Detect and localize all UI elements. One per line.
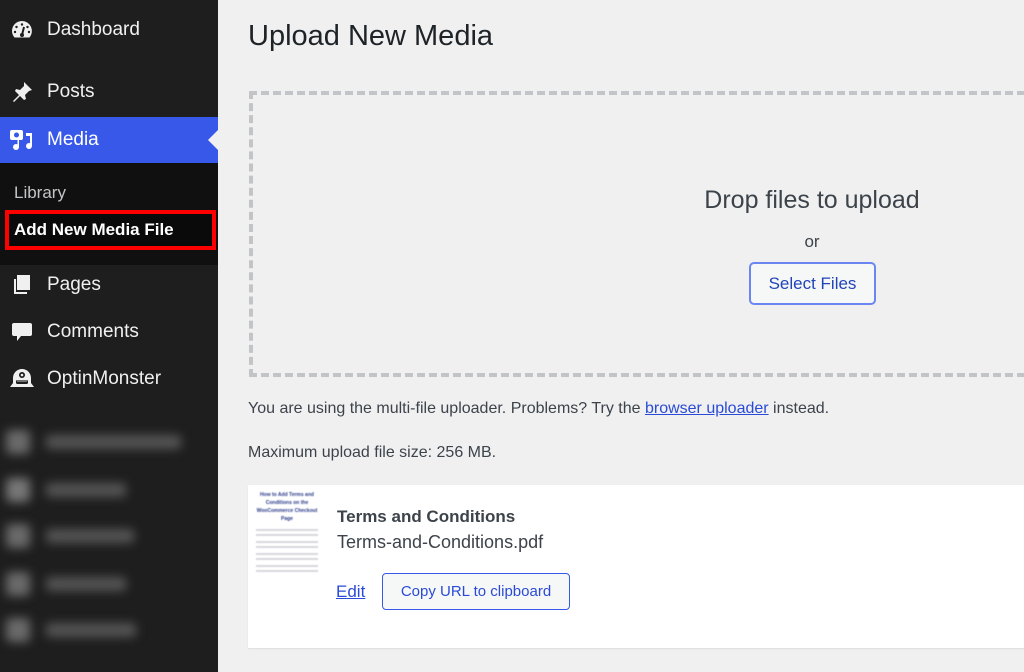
- blurred-menu-item: [6, 616, 136, 644]
- page-title: Upload New Media: [248, 20, 494, 52]
- blurred-menu-item: [6, 476, 126, 504]
- sidebar-item-label: Pages: [47, 274, 101, 295]
- thumbnail-title: How to Add Terms and Conditions on the W…: [256, 492, 318, 522]
- submenu-add-new-media-file[interactable]: Add New Media File: [5, 210, 216, 250]
- sidebar-item-label: Comments: [47, 321, 139, 342]
- select-files-button[interactable]: Select Files: [749, 262, 876, 305]
- pages-icon: [9, 272, 35, 298]
- media-submenu: Library Add New Media File: [0, 163, 218, 265]
- drop-zone-or: or: [804, 232, 820, 251]
- sidebar-item-posts[interactable]: Posts: [0, 69, 218, 115]
- dashboard-icon: [9, 17, 35, 43]
- blurred-menu-item: [6, 522, 134, 550]
- submenu-add-new-label: Add New Media File: [14, 220, 174, 239]
- sidebar-item-dashboard[interactable]: Dashboard: [0, 7, 218, 53]
- uploader-note-prefix: You are using the multi-file uploader. P…: [248, 400, 645, 417]
- drop-zone[interactable]: [249, 91, 1024, 377]
- blurred-menu-item: [6, 570, 126, 598]
- media-icon: [9, 127, 35, 153]
- comment-icon: [9, 319, 35, 345]
- browser-uploader-link[interactable]: browser uploader: [645, 400, 769, 417]
- pdf-thumbnail[interactable]: How to Add Terms and Conditions on the W…: [254, 491, 320, 581]
- sidebar-item-pages[interactable]: Pages: [0, 262, 218, 308]
- edit-link[interactable]: Edit: [336, 582, 365, 602]
- sidebar-item-label: OptinMonster: [47, 368, 162, 389]
- uploaded-media-item: How to Add Terms and Conditions on the W…: [248, 485, 1024, 648]
- sidebar-item-optinmonster[interactable]: OptinMonster: [0, 356, 218, 402]
- uploader-note: You are using the multi-file uploader. P…: [248, 400, 829, 418]
- submenu-library[interactable]: Library: [14, 183, 66, 203]
- blurred-menu-item: [6, 428, 181, 456]
- sidebar-item-label: Media: [47, 129, 99, 150]
- drop-zone-title: Drop files to upload: [704, 186, 920, 214]
- media-item-filename: Terms-and-Conditions.pdf: [337, 532, 544, 552]
- optinmonster-icon: [9, 366, 35, 392]
- max-upload-size: Maximum upload file size: 256 MB.: [248, 444, 497, 461]
- sidebar-item-label: Dashboard: [47, 19, 140, 40]
- admin-sidebar: Dashboard Posts Media Library Add New Me…: [0, 0, 218, 672]
- copy-url-button[interactable]: Copy URL to clipboard: [382, 573, 570, 610]
- sidebar-item-comments[interactable]: Comments: [0, 309, 218, 355]
- sidebar-item-media[interactable]: Media: [0, 117, 218, 163]
- uploader-note-suffix: instead.: [768, 400, 830, 417]
- sidebar-item-label: Posts: [47, 81, 95, 102]
- media-item-title: Terms and Conditions: [337, 507, 516, 526]
- pushpin-icon: [9, 79, 35, 105]
